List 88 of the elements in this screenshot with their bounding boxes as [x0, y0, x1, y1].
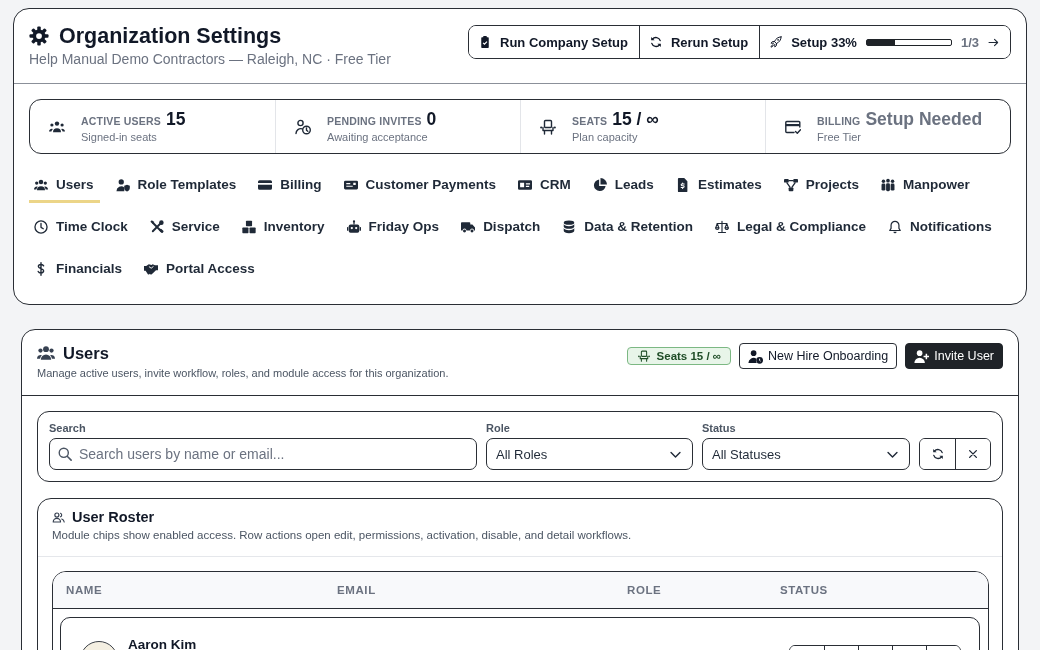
settings-icon	[29, 26, 49, 46]
search-field[interactable]: Search users by name or email...	[49, 438, 477, 470]
stat-label: ACTIVE USERS	[81, 115, 161, 127]
page-subtitle: Help Manual Demo Contractors — Raleigh, NC · Free Tier	[29, 50, 391, 68]
roster-subtitle: Module chips show enabled access. Row actions open edit, permissions, activation, disable, and detail workflows.	[52, 528, 633, 543]
search-icon	[58, 447, 72, 461]
clear-button[interactable]	[955, 439, 990, 469]
truck-icon	[461, 220, 476, 234]
invite-button[interactable]: Invite User	[905, 343, 1003, 369]
id-card-icon	[518, 178, 533, 192]
stat-value: 15 / ∞	[612, 109, 659, 129]
status-select[interactable]: All Statuses	[702, 438, 910, 470]
field-label: Search	[49, 421, 86, 435]
robot-icon	[346, 220, 361, 234]
stat-label: SEATS	[572, 115, 608, 127]
clock-icon	[34, 220, 48, 234]
document-dollar-icon	[675, 178, 690, 192]
tools-icon	[149, 220, 164, 234]
settings-tab[interactable]: Manpower	[875, 172, 976, 203]
scale-icon	[714, 220, 729, 234]
seats-count: Seats 15 / ∞	[656, 350, 722, 362]
settings-tab[interactable]: Portal Access	[139, 256, 261, 287]
settings-tab[interactable]: Financials	[29, 256, 129, 287]
settings-tab[interactable]: Role Templates	[110, 172, 243, 203]
users-icon	[34, 178, 48, 192]
role-select[interactable]: All Roles	[486, 438, 693, 470]
chair-icon	[637, 350, 650, 362]
money-check-icon	[343, 178, 358, 192]
column-header: EMAIL	[337, 584, 376, 596]
stat-label: BILLING	[817, 115, 861, 127]
settings-tab[interactable]: Legal & Compliance	[709, 214, 872, 245]
field-label: Role	[486, 421, 510, 435]
refresh-icon	[649, 36, 662, 48]
stat-value: Setup Needed	[865, 109, 983, 129]
roster-title: User Roster	[72, 508, 155, 526]
page-title: Organization Settings	[59, 23, 282, 49]
stat-caption: Plan capacity	[572, 130, 639, 144]
boxes-icon	[241, 220, 256, 234]
settings-tab[interactable]: CRM	[513, 172, 577, 203]
settings-tab[interactable]: Dispatch	[456, 214, 547, 245]
bell-icon	[887, 220, 902, 234]
settings-tab[interactable]: Time Clock	[29, 214, 134, 245]
settings-tab[interactable]: Users	[29, 172, 100, 203]
settings-tab[interactable]: Service	[144, 214, 226, 245]
settings-tab[interactable]: Projects	[778, 172, 865, 203]
chair-icon	[540, 118, 556, 135]
setup-progress-button[interactable]: Setup 33% 1/3	[759, 26, 1010, 58]
database-icon	[562, 220, 577, 234]
stat-caption: Free Tier	[817, 130, 862, 144]
settings-tab[interactable]: Leads	[587, 172, 660, 203]
settings-tab[interactable]: Friday Ops	[341, 214, 446, 245]
settings-tab[interactable]: Notifications	[882, 214, 998, 245]
settings-tab[interactable]: Data & Retention	[557, 214, 699, 245]
users-icon	[37, 344, 55, 362]
people-icon	[880, 178, 895, 192]
stat-value: 15	[166, 109, 186, 129]
settings-tab[interactable]: Customer Payments	[338, 172, 503, 203]
users-icon	[52, 510, 65, 524]
stat-caption: Signed-in seats	[81, 130, 158, 144]
user-shield-icon	[115, 178, 130, 192]
panel-title: Users	[63, 343, 109, 364]
panel-subtitle: Manage active users, invite workflow, roles, and module access for this organization.	[37, 366, 449, 381]
network-icon	[783, 178, 798, 192]
settings-tab[interactable]: Billing	[253, 172, 328, 203]
column-header: ROLE	[627, 584, 662, 596]
rocket-icon	[770, 36, 783, 48]
refresh-icon	[931, 448, 944, 460]
arrow-right-icon	[988, 36, 999, 48]
pie-chart-icon	[592, 178, 607, 192]
column-header: NAME	[66, 584, 103, 596]
progress-reading: 1/3	[960, 34, 979, 50]
credit-card-check-icon	[785, 118, 801, 135]
credit-card-icon	[258, 178, 273, 192]
user-clock-icon	[748, 348, 764, 364]
onboarding-button[interactable]: New Hire Onboarding	[739, 343, 898, 369]
handshake-icon	[144, 262, 159, 276]
stat-value: 0	[426, 109, 437, 129]
field-label: Status	[702, 421, 736, 435]
stat-label: PENDING INVITES	[327, 115, 422, 127]
clipboard-check-icon	[479, 36, 492, 48]
settings-tab[interactable]: Estimates	[670, 172, 768, 203]
close-icon	[967, 448, 979, 460]
user-clock-icon	[295, 118, 311, 135]
column-header: STATUS	[780, 584, 828, 596]
user-plus-icon	[914, 348, 930, 364]
settings-tab[interactable]: Inventory	[236, 214, 331, 245]
user-name: Aaron Kim	[128, 636, 197, 650]
stat-caption: Awaiting acceptance	[327, 130, 429, 144]
